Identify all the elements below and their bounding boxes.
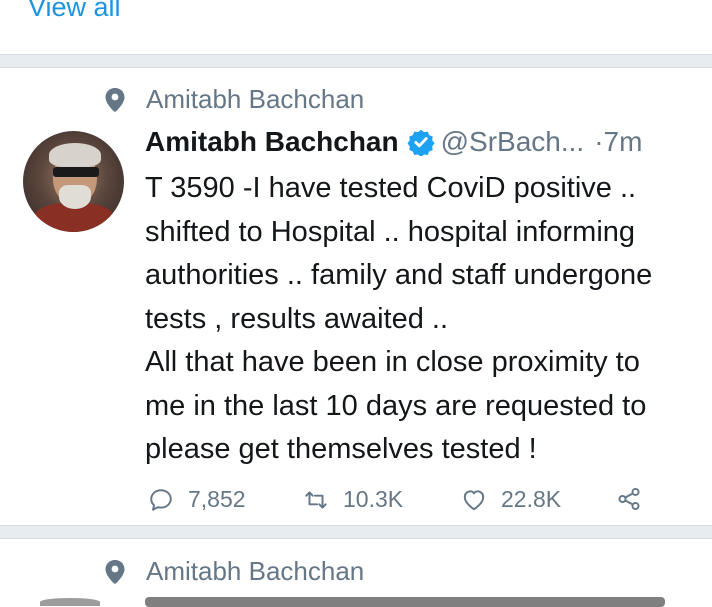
location-pin-icon bbox=[105, 559, 125, 584]
tweet-divider bbox=[0, 54, 712, 68]
social-context[interactable]: Amitabh Bachchan bbox=[104, 556, 364, 587]
share-icon bbox=[618, 487, 640, 511]
reply-count: 7,852 bbox=[188, 486, 246, 512]
tweet-header: Amitabh Bachchan @SrBach... · 7m bbox=[145, 126, 642, 158]
heart-icon bbox=[463, 489, 485, 510]
social-context-label: Amitabh Bachchan bbox=[146, 556, 365, 586]
tweet-text-line: authorities .. family and staff undergon… bbox=[145, 259, 653, 291]
separator-dot: · bbox=[594, 126, 604, 157]
avatar[interactable] bbox=[23, 131, 124, 232]
avatar[interactable] bbox=[40, 598, 100, 606]
tweet-divider bbox=[0, 525, 712, 539]
next-tweet-header bbox=[145, 597, 665, 607]
tweet-text-line: tests , results awaited .. bbox=[145, 302, 449, 335]
reply-icon bbox=[150, 488, 172, 511]
retweet-icon bbox=[305, 490, 327, 509]
retweet-count: 10.3K bbox=[343, 486, 404, 512]
retweet-button[interactable]: 10.3K bbox=[303, 486, 403, 513]
tweet-text-line: me in the last 10 days are requested to bbox=[145, 389, 647, 422]
author-handle[interactable]: @SrBach... bbox=[441, 126, 585, 158]
tweet-text-line: T 3590 -I have tested CoviD positive .. bbox=[145, 172, 637, 204]
author-name[interactable]: Amitabh Bachchan bbox=[145, 126, 399, 158]
tweet-actions: 7,852 10.3K 22.8K bbox=[148, 486, 708, 518]
tweet-text: T 3590 -I have tested CoviD positive .. … bbox=[145, 167, 712, 472]
tweet-text-line: please get themselves tested ! bbox=[145, 433, 537, 465]
like-button[interactable]: 22.8K bbox=[461, 486, 561, 513]
tweet-text-line: shifted to Hospital .. hospital informin… bbox=[145, 215, 636, 248]
like-count: 22.8K bbox=[501, 486, 562, 512]
location-pin-icon bbox=[105, 87, 125, 112]
social-context[interactable]: Amitabh Bachchan bbox=[104, 84, 364, 115]
tweet-text-line: All that have been in close proximity to bbox=[145, 346, 640, 378]
share-button[interactable] bbox=[616, 486, 656, 512]
reply-button[interactable]: 7,852 bbox=[148, 486, 246, 513]
view-all-link[interactable]: View all bbox=[28, 0, 121, 23]
tweet-timestamp[interactable]: 7m bbox=[604, 126, 643, 158]
verified-badge-icon bbox=[407, 129, 435, 156]
social-context-label: Amitabh Bachchan bbox=[146, 84, 365, 114]
